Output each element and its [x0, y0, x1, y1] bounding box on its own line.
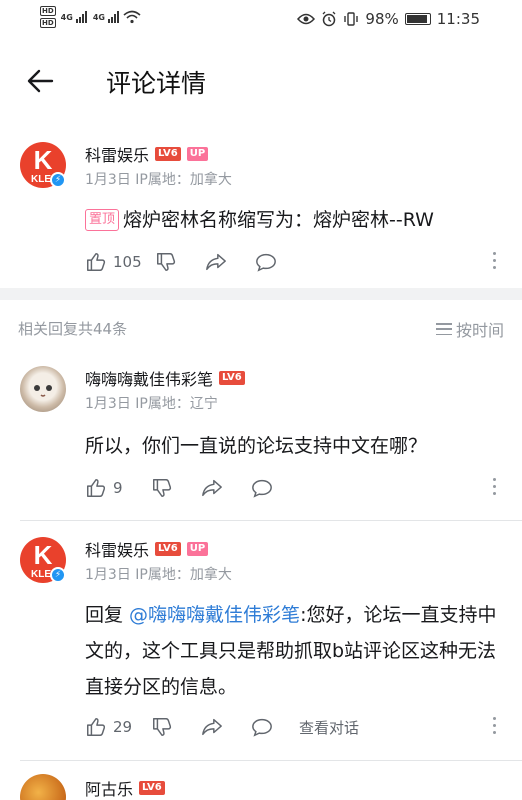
reply-item: K KLE ⚡ 科雷娱乐 LV6 UP 1月3日 IP属地：加拿大 回复 @嗨嗨…: [0, 535, 522, 755]
comment-actions: 9: [85, 476, 497, 500]
like-count: 29: [113, 718, 133, 736]
comment-text: 回复 @嗨嗨嗨戴佳伟彩笔:您好，论坛一直支持中文的，这个工具只是帮助抓取b站评论…: [85, 597, 499, 705]
dislike-button[interactable]: [151, 477, 201, 499]
reply-header: 相关回复共44条 按时间: [0, 316, 522, 340]
svg-text:KLE: KLE: [31, 174, 51, 185]
like-button[interactable]: 105: [85, 251, 155, 273]
signal-icon: [107, 11, 119, 23]
sort-lines-icon: [435, 323, 452, 335]
comment-actions: 29 查看对话: [85, 715, 497, 739]
comment-meta: 1月3日 IP属地：加拿大: [85, 567, 232, 583]
verified-icon: ⚡: [50, 172, 66, 188]
comment-meta: 1月3日 IP属地：加拿大: [85, 172, 232, 188]
hd-badge-1: HD: [40, 6, 56, 16]
comment-content: 所以，你们一直说的论坛支持中文在哪？: [85, 435, 428, 457]
thumb-down-icon: [153, 718, 172, 736]
like-count: 9: [113, 479, 123, 497]
pinned-tag: 置顶: [85, 209, 120, 231]
comment-bubble-icon: [252, 718, 272, 737]
clock: 11:35: [436, 10, 480, 28]
username[interactable]: 科雷娱乐: [85, 537, 149, 561]
reply-button[interactable]: [251, 477, 299, 499]
level-badge: LV6: [139, 781, 165, 795]
reply-divider: [20, 520, 522, 521]
sim2-label: 4G: [92, 12, 105, 22]
dislike-button[interactable]: [155, 251, 205, 273]
signal-icon: [75, 11, 87, 23]
dislike-button[interactable]: [151, 716, 201, 738]
svg-text:K: K: [34, 145, 53, 175]
thumb-up-icon: [87, 718, 106, 736]
sort-label: 按时间: [455, 321, 504, 340]
reply-button[interactable]: [255, 251, 303, 273]
avatar[interactable]: [20, 366, 66, 412]
username[interactable]: 科雷娱乐: [85, 142, 149, 166]
more-vertical-icon[interactable]: [493, 717, 497, 737]
battery-icon: [404, 13, 431, 25]
status-right: 98% 11:35: [297, 10, 480, 28]
svg-text:K: K: [34, 540, 53, 570]
reply-count: 相关回复共44条: [18, 320, 128, 338]
level-badge: LV6: [155, 542, 181, 556]
comment-meta: 1月3日 IP属地：辽宁: [85, 396, 218, 412]
comment-actions: 105: [85, 250, 497, 274]
wifi-icon: [123, 10, 141, 24]
username[interactable]: 嗨嗨嗨戴佳伟彩笔: [85, 366, 213, 390]
more-vertical-icon[interactable]: [493, 478, 497, 498]
eye-icon: [297, 13, 316, 25]
status-bar: HD HD 4G 4G 98% 11:35: [0, 0, 522, 40]
share-button[interactable]: [205, 251, 255, 273]
up-badge: UP: [186, 542, 209, 556]
comment-author[interactable]: 科雷娱乐 LV6 UP: [85, 537, 209, 561]
share-button[interactable]: [201, 716, 251, 738]
alarm-icon: [322, 11, 336, 27]
mention-link[interactable]: @嗨嗨嗨戴佳伟彩笔: [129, 604, 300, 626]
share-icon: [202, 718, 222, 736]
comment-bubble-icon: [252, 479, 272, 498]
verified-icon: ⚡: [50, 567, 66, 583]
like-count: 105: [113, 253, 142, 271]
battery-percent: 98%: [365, 10, 399, 28]
reply-item: 嗨嗨嗨戴佳伟彩笔 LV6 1月3日 IP属地：辽宁 所以，你们一直说的论坛支持中…: [0, 364, 522, 514]
comment-author[interactable]: 阿古乐 LV6: [85, 776, 165, 800]
comment-text: 置顶 熔炉密林名称缩写为：熔炉密林--RW: [85, 202, 505, 238]
like-button[interactable]: 29: [85, 716, 151, 738]
hd-badge-2: HD: [40, 18, 56, 28]
sort-button[interactable]: 按时间: [435, 317, 504, 341]
comment-bubble-icon: [256, 253, 276, 272]
vibrate-icon: [344, 12, 359, 26]
more-vertical-icon[interactable]: [493, 252, 497, 272]
username[interactable]: 阿古乐: [85, 776, 133, 800]
cat-avatar-icon: [34, 385, 52, 397]
top-nav: 评论详情: [0, 56, 522, 106]
comment-content: 熔炉密林名称缩写为：熔炉密林--RW: [123, 209, 434, 231]
share-icon: [206, 253, 226, 271]
sim1-label: 4G: [60, 12, 73, 22]
thumb-up-icon: [87, 479, 106, 497]
level-badge: LV6: [219, 371, 245, 385]
section-divider: [0, 288, 522, 300]
comment-author[interactable]: 嗨嗨嗨戴佳伟彩笔 LV6: [85, 366, 245, 390]
share-button[interactable]: [201, 477, 251, 499]
reply-prefix: 回复: [85, 604, 130, 626]
page-title: 评论详情: [106, 69, 207, 98]
comment-author[interactable]: 科雷娱乐 LV6 UP: [85, 142, 209, 166]
reply-divider: [20, 760, 522, 761]
view-conversation-link[interactable]: 查看对话: [299, 717, 359, 738]
thumb-down-icon: [153, 479, 172, 497]
like-button[interactable]: 9: [85, 477, 151, 499]
svg-text:KLE: KLE: [31, 569, 51, 580]
main-comment: K KLE ⚡ 科雷娱乐 LV6 UP 1月3日 IP属地：加拿大 置顶 熔炉密林…: [0, 140, 522, 288]
reply-button[interactable]: [251, 716, 299, 738]
thumb-down-icon: [157, 253, 176, 271]
share-icon: [202, 479, 222, 497]
back-arrow-icon[interactable]: [26, 68, 54, 94]
thumb-up-icon: [87, 253, 106, 271]
up-badge: UP: [186, 147, 209, 161]
status-left: HD HD 4G 4G: [40, 6, 141, 28]
level-badge: LV6: [155, 147, 181, 161]
avatar[interactable]: [20, 774, 66, 800]
reply-item: 阿古乐 LV6: [0, 772, 522, 800]
